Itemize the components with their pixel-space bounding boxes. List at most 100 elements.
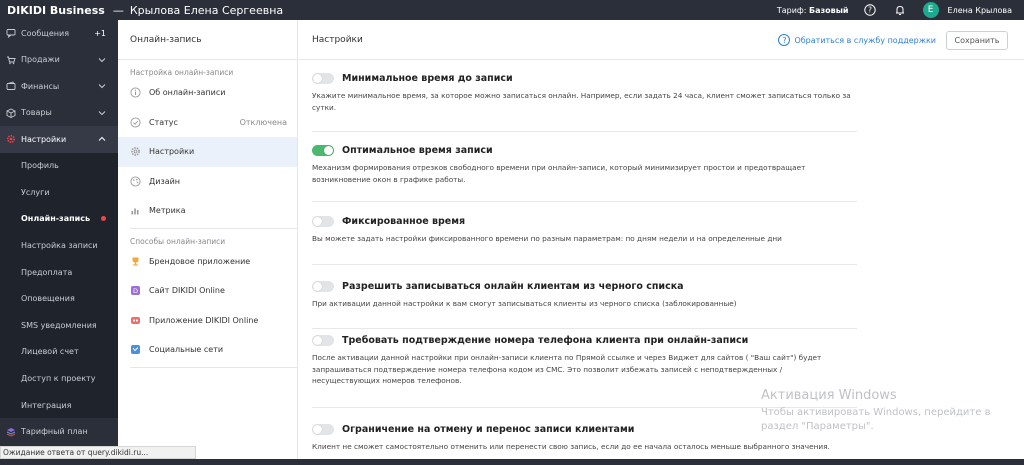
setting-title: Минимальное время до записи bbox=[342, 73, 513, 84]
top-bar: DIKIDI Business — Крылова Елена Сергеевн… bbox=[0, 0, 1024, 20]
setting-optimal-time: Оптимальное время записи Механизм формир… bbox=[312, 145, 857, 185]
setting-title: Требовать подтверждение номера телефона … bbox=[342, 335, 749, 346]
menu-item-status[interactable]: Статус Отключена bbox=[118, 108, 297, 138]
trophy-icon bbox=[130, 256, 141, 267]
sidebar-subitem-online-booking[interactable]: Онлайн-запись bbox=[0, 205, 118, 233]
middle-title: Онлайн-запись bbox=[118, 20, 297, 60]
box-icon bbox=[6, 108, 16, 118]
menu-item-label: Метрика bbox=[149, 206, 186, 216]
tariff-value: Базовый bbox=[808, 5, 849, 15]
sidebar-item-label: Продажи bbox=[21, 55, 60, 65]
menu-item-dikidi-site[interactable]: D Сайт DIKIDI Online bbox=[118, 276, 297, 306]
sidebar-item-label: Финансы bbox=[21, 81, 60, 91]
sidebar: Сообщения +1 Продажи Финансы Товары Наст… bbox=[0, 20, 118, 465]
toggle-switch[interactable] bbox=[312, 73, 334, 84]
divider bbox=[312, 131, 857, 132]
layers-icon bbox=[6, 427, 16, 437]
sidebar-subitem-access[interactable]: Доступ к проекту bbox=[0, 365, 118, 392]
sidebar-subitem-profile[interactable]: Профиль bbox=[0, 152, 118, 180]
tariff-info[interactable]: Тариф: Базовый bbox=[777, 6, 849, 15]
menu-item-label: Социальные сети bbox=[149, 345, 224, 355]
setting-description: Укажите минимальное время, за которое мо… bbox=[312, 91, 851, 112]
messages-badge: +1 bbox=[94, 28, 106, 38]
gear-icon bbox=[6, 134, 16, 144]
sidebar-item-tariff-plan[interactable]: Тарифный план bbox=[0, 418, 118, 445]
menu-divider bbox=[130, 366, 297, 368]
brand-logo[interactable]: DIKIDI Business bbox=[0, 4, 105, 17]
sidebar-subitem-account[interactable]: Лицевой счет bbox=[0, 338, 118, 366]
toggle-switch[interactable] bbox=[312, 216, 334, 227]
sidebar-item-finance[interactable]: Финансы bbox=[0, 73, 118, 100]
menu-item-settings[interactable]: Настройки bbox=[118, 137, 297, 167]
setting-description: После активации данной настройки при онл… bbox=[312, 353, 822, 385]
wallet-icon bbox=[6, 81, 16, 91]
svg-text:?: ? bbox=[868, 6, 872, 15]
support-link-label: Обратиться в службу поддержки bbox=[794, 35, 936, 45]
toggle-switch[interactable] bbox=[312, 281, 334, 292]
sidebar-item-messages[interactable]: Сообщения +1 bbox=[0, 20, 118, 47]
divider bbox=[312, 264, 857, 265]
account-title: Крылова Елена Сергеевна bbox=[129, 3, 284, 17]
menu-item-social[interactable]: Социальные сети bbox=[118, 335, 297, 365]
browser-status-bar: Ожидание ответа от query.dikidi.ru... bbox=[0, 446, 196, 459]
chevron-up-icon bbox=[98, 136, 106, 141]
help-circle-icon: ? bbox=[778, 34, 791, 46]
online-booking-menu: Онлайн-запись Настройка онлайн-записи Об… bbox=[118, 20, 298, 465]
status-value: Отключена bbox=[239, 117, 287, 127]
sidebar-subitem-booking-settings[interactable]: Настройка записи bbox=[0, 232, 118, 259]
menu-item-label: Дизайн bbox=[149, 176, 181, 186]
menu-item-label: Брендовое приложение bbox=[149, 256, 251, 266]
section-heading: Настройка онлайн-записи bbox=[130, 68, 234, 77]
setting-description: Механизм формирования отрезков свободног… bbox=[312, 163, 806, 184]
setting-title: Ограничение на отмену и перенос записи к… bbox=[342, 424, 635, 435]
palette-icon bbox=[130, 176, 141, 187]
sidebar-subitem-integration[interactable]: Интеграция bbox=[0, 391, 118, 419]
setting-description: При активации данной настройки к вам смо… bbox=[312, 299, 737, 308]
sidebar-subitem-services[interactable]: Услуги bbox=[0, 179, 118, 206]
toggle-switch[interactable] bbox=[312, 424, 334, 435]
info-icon bbox=[130, 87, 141, 98]
chevron-down-icon bbox=[98, 110, 106, 115]
menu-item-label: Настройки bbox=[149, 147, 195, 157]
menu-item-label: Статус bbox=[149, 117, 178, 127]
gear-icon bbox=[130, 146, 141, 157]
menu-item-metrics[interactable]: Метрика bbox=[118, 196, 297, 226]
site-icon: D bbox=[130, 285, 141, 296]
menu-item-dikidi-app[interactable]: Приложение DIKIDI Online bbox=[118, 306, 297, 336]
save-button[interactable]: Сохранить bbox=[946, 31, 1008, 50]
svg-text:D: D bbox=[133, 287, 138, 295]
toggle-switch[interactable] bbox=[312, 335, 334, 346]
social-icon bbox=[130, 344, 141, 355]
watermark-line: Чтобы активировать Windows, перейдите в bbox=[761, 407, 991, 418]
sidebar-item-sales[interactable]: Продажи bbox=[0, 47, 118, 74]
menu-item-design[interactable]: Дизайн bbox=[118, 167, 297, 197]
support-link[interactable]: ? Обратиться в службу поддержки bbox=[778, 34, 936, 46]
setting-title: Фиксированное время bbox=[342, 216, 466, 227]
bell-icon[interactable] bbox=[893, 3, 907, 17]
bar-chart-icon bbox=[130, 205, 141, 216]
sidebar-item-label: Настройки bbox=[21, 134, 67, 144]
avatar[interactable]: E bbox=[922, 2, 939, 18]
toggle-switch[interactable] bbox=[312, 145, 334, 156]
app-icon bbox=[130, 315, 141, 326]
menu-item-about[interactable]: Об онлайн-записи bbox=[118, 78, 297, 108]
sidebar-subitem-notifications[interactable]: Оповещения bbox=[0, 285, 118, 313]
sidebar-subitem-label: Онлайн-запись bbox=[21, 214, 91, 224]
divider bbox=[312, 201, 857, 202]
menu-item-label: Сайт DIKIDI Online bbox=[149, 286, 225, 296]
sidebar-item-label: Сообщения bbox=[21, 28, 70, 38]
page-title: Настройки bbox=[312, 34, 363, 45]
setting-phone-confirmation: Требовать подтверждение номера телефона … bbox=[312, 335, 857, 387]
sidebar-item-settings[interactable]: Настройки bbox=[0, 126, 118, 153]
sidebar-item-goods[interactable]: Товары bbox=[0, 100, 118, 127]
menu-item-brand-app[interactable]: Брендовое приложение bbox=[118, 247, 297, 277]
divider bbox=[312, 328, 857, 329]
setting-description: Клиент не сможет самостоятельно отменить… bbox=[312, 442, 830, 451]
user-name[interactable]: Елена Крылова bbox=[948, 6, 1012, 15]
setting-blacklist: Разрешить записываться онлайн клиентам и… bbox=[312, 281, 857, 310]
sidebar-subitem-prepayment[interactable]: Предоплата bbox=[0, 258, 118, 286]
sidebar-subitem-sms[interactable]: SMS уведомления bbox=[0, 312, 118, 339]
help-icon[interactable]: ? bbox=[863, 3, 877, 17]
notification-dot bbox=[101, 216, 106, 222]
setting-min-time: Минимальное время до записи Укажите мини… bbox=[312, 73, 857, 113]
